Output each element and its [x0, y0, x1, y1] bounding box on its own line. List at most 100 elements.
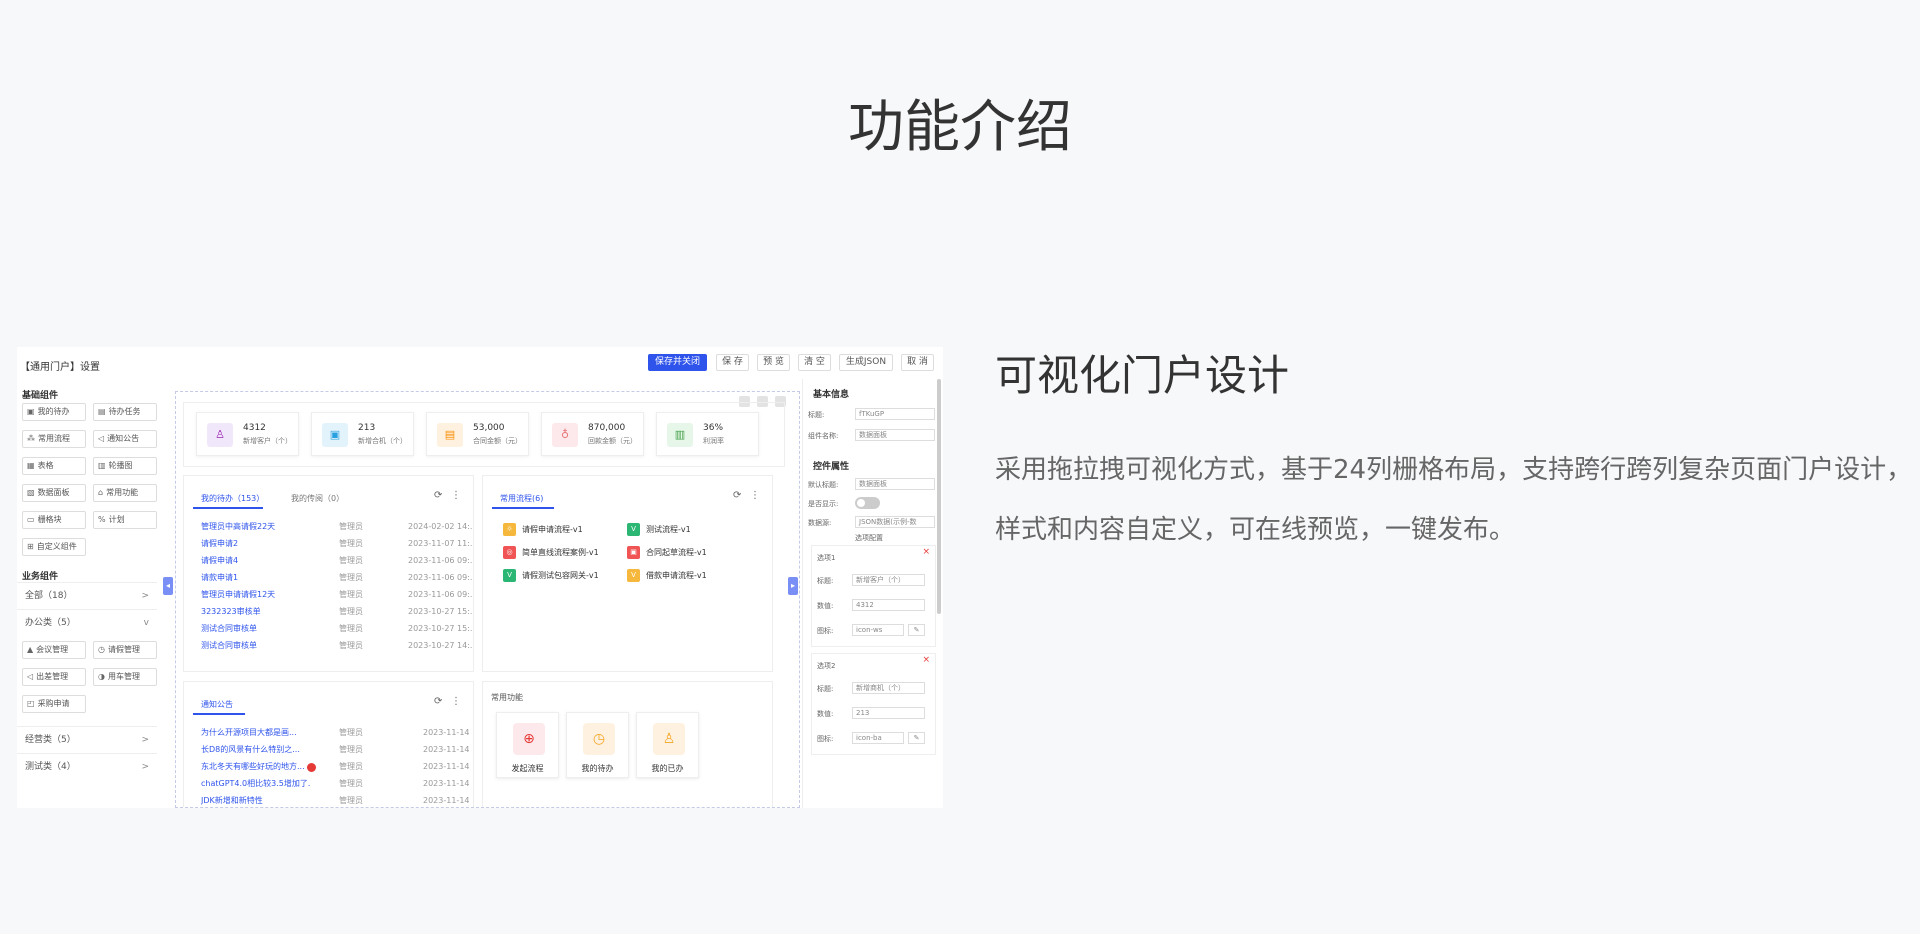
process-item[interactable]: V 请假测试包容网关-v1	[503, 569, 599, 582]
process-item[interactable]: V 测试流程-v1	[627, 523, 691, 536]
option-value-select[interactable]: 4312	[852, 599, 925, 611]
row-title: 测试合同审核单	[201, 641, 257, 650]
todo-row[interactable]: 管理员申请请假12天 管理员 2023-11-06 09:...	[201, 588, 473, 602]
process-item[interactable]: ▣ 合同起草流程-v1	[627, 546, 707, 559]
group-business[interactable]: 经营类（5） >	[17, 726, 157, 752]
widget-common-functions[interactable]: ⌂ 常用功能	[93, 484, 157, 502]
save-button[interactable]: 保 存	[716, 354, 749, 371]
widget-todo-tasks[interactable]: ▤ 待办任务	[93, 403, 157, 421]
field-label: 标题:	[808, 411, 825, 419]
process-item[interactable]: ◎ 简单直线流程案例-v1	[503, 546, 599, 559]
field-label: 标题:	[817, 577, 834, 585]
quick-label: 发起流程	[511, 764, 544, 773]
widget-icon: ▦	[27, 461, 35, 470]
option-icon-input[interactable]: icon-ba	[852, 732, 904, 744]
process-badge: ▣	[627, 546, 640, 559]
quick-my-done[interactable]: ♙ 我的已办	[636, 712, 699, 778]
option-value-select[interactable]: 213	[852, 707, 925, 719]
data-source-input[interactable]: JSON数据(示例-数	[855, 516, 935, 528]
notice-row[interactable]: 为什么开源项目大都是画... 管理员 2023-11-14	[201, 726, 470, 740]
process-badge: ☼	[503, 523, 516, 536]
quick-start-process[interactable]: ⊕ 发起流程	[496, 712, 559, 778]
properties-panel: 基本信息 标题: fTKuGP 组件名称: 数据面板 控件属性 默认标题: 数据…	[802, 379, 943, 808]
tab-my-circulation[interactable]: 我的传阅（0）	[291, 493, 344, 504]
widget-purchase[interactable]: ◰ 采购申请	[22, 695, 86, 713]
close-icon[interactable]: ×	[922, 547, 930, 557]
widget-data-panel[interactable]: ▧ 数据面板	[22, 484, 86, 502]
todo-row[interactable]: 请假申请4 管理员 2023-11-06 09:...	[201, 554, 473, 568]
widget-vehicle[interactable]: ◑ 用车管理	[93, 668, 157, 686]
cancel-button[interactable]: 取 消	[901, 354, 934, 371]
generate-json-button[interactable]: 生成JSON	[839, 354, 893, 371]
option-icon-input[interactable]: icon-ws	[852, 624, 904, 636]
component-name-input[interactable]: 数据面板	[855, 429, 935, 441]
data-panel-widget[interactable]: ♙ 4312 新增客户（个） ▣ 213 新增合机（个） ▤ 53,000 合同…	[183, 402, 785, 467]
widget-leave[interactable]: ◷ 请假管理	[93, 641, 157, 659]
notice-row[interactable]: chatGPT4.0相比较3.5增加了... 管理员 2023-11-14	[201, 777, 470, 791]
todo-row[interactable]: 测试合同审核单 管理员 2023-10-27 14:...	[201, 639, 473, 653]
tab-my-todo[interactable]: 我的待办（153）	[201, 493, 264, 504]
todo-row[interactable]: 请款申请1 管理员 2023-11-06 09:...	[201, 571, 473, 585]
stat-label: 新增合机（个）	[358, 437, 407, 445]
widget-trip[interactable]: ◁ 出差管理	[22, 668, 86, 686]
title-input[interactable]: fTKuGP	[855, 408, 935, 420]
default-title-input[interactable]: 数据面板	[855, 478, 935, 490]
widget-carousel[interactable]: ▥ 轮播图	[93, 457, 157, 475]
group-all[interactable]: 全部（18） >	[17, 582, 157, 608]
todo-row[interactable]: 请假申请2 管理员 2023-11-07 11:...	[201, 537, 473, 551]
process-item[interactable]: V 借款申请流程-v1	[627, 569, 707, 582]
process-item[interactable]: ☼ 请假申请流程-v1	[503, 523, 583, 536]
refresh-icon[interactable]: ⟳	[434, 696, 442, 707]
more-icon[interactable]: ⋮	[451, 696, 461, 707]
process-panel[interactable]: 常用流程(6) ⟳ ⋮ ☼ 请假申请流程-v1 V 测试流程-v1 ◎ 简单直线流程案…	[482, 475, 773, 672]
widget-grid-block[interactable]: ▭ 栅格块	[22, 511, 86, 529]
widget-table[interactable]: ▦ 表格	[22, 457, 86, 475]
todo-panel[interactable]: 我的待办（153） 我的传阅（0） ⟳ ⋮ 管理员中高请假22天 管理员 2024-…	[183, 475, 474, 672]
widget-my-todo[interactable]: ▣ 我的待办	[22, 403, 86, 421]
group-office[interactable]: 办公类（5） v	[17, 609, 157, 635]
edit-icon[interactable]: ✎	[908, 624, 925, 636]
design-canvas[interactable]: ♙ 4312 新增客户（个） ▣ 213 新增合机（个） ▤ 53,000 合同…	[175, 391, 800, 808]
group-test[interactable]: 测试类（4） >	[17, 753, 157, 779]
tab-common-process[interactable]: 常用流程(6)	[500, 493, 543, 504]
refresh-icon[interactable]: ⟳	[733, 490, 741, 501]
quick-functions-panel[interactable]: 常用功能 ⊕ 发起流程 ◷ 我的待办 ♙ 我的已办	[482, 681, 773, 807]
todo-row[interactable]: 测试合同审核单 管理员 2023-10-27 15:...	[201, 622, 473, 636]
widget-notice[interactable]: ◁ 通知公告	[93, 430, 157, 448]
show-title-toggle[interactable]	[855, 497, 880, 509]
tab-notice[interactable]: 通知公告	[201, 699, 233, 710]
todo-row[interactable]: 3232323审核单 管理员 2023-10-27 15:...	[201, 605, 473, 619]
notice-panel[interactable]: 通知公告 ⟳ ⋮ 为什么开源项目大都是画... 管理员 2023-11-14 长D8…	[183, 681, 474, 807]
row-date: 2023-11-06 09:...	[408, 556, 474, 565]
more-icon[interactable]: ⋮	[451, 490, 461, 501]
todo-row[interactable]: 管理员中高请假22天 管理员 2024-02-02 14:...	[201, 520, 473, 534]
widget-label: 表格	[37, 461, 54, 470]
close-icon[interactable]: ×	[922, 655, 930, 665]
preview-button[interactable]: 预 览	[757, 354, 790, 371]
widget-common-process[interactable]: ⁂ 常用流程	[22, 430, 86, 448]
widget-meeting[interactable]: ▲ 会议管理	[22, 641, 86, 659]
notice-row[interactable]: 长D8的风景有什么特别之... 管理员 2023-11-14	[201, 743, 470, 757]
refresh-icon[interactable]: ⟳	[434, 490, 442, 501]
row-title: 请假申请4	[201, 556, 239, 565]
process-label: 测试流程-v1	[646, 525, 691, 534]
widget-icon: ◑	[98, 672, 105, 681]
edit-icon[interactable]: ✎	[908, 732, 925, 744]
scrollbar[interactable]	[937, 379, 941, 614]
save-and-close-button[interactable]: 保存并关闭	[648, 354, 707, 371]
quick-my-todo[interactable]: ◷ 我的待办	[566, 712, 629, 778]
clear-button[interactable]: 清 空	[798, 354, 831, 371]
option-title-input[interactable]: 新增商机（个）	[852, 682, 925, 694]
widget-plan[interactable]: % 计划	[93, 511, 157, 529]
field-label: 图标:	[817, 627, 834, 635]
process-badge: V	[627, 523, 640, 536]
widget-custom[interactable]: ⊞ 自定义组件	[22, 538, 86, 556]
collapse-left-handle[interactable]: ◂	[163, 577, 173, 595]
more-icon[interactable]: ⋮	[750, 490, 760, 501]
option-title-input[interactable]: 新增客户（个）	[852, 574, 925, 586]
notice-row[interactable]: JDK新增和新特性 管理员 2023-11-14	[201, 794, 470, 807]
process-label: 请假申请流程-v1	[522, 525, 583, 534]
notice-row[interactable]: 东北冬天有哪些好玩的地方... 管理员 2023-11-14	[201, 760, 470, 774]
row-title: 请假申请2	[201, 539, 239, 548]
widget-icon: ⊞	[27, 542, 34, 551]
